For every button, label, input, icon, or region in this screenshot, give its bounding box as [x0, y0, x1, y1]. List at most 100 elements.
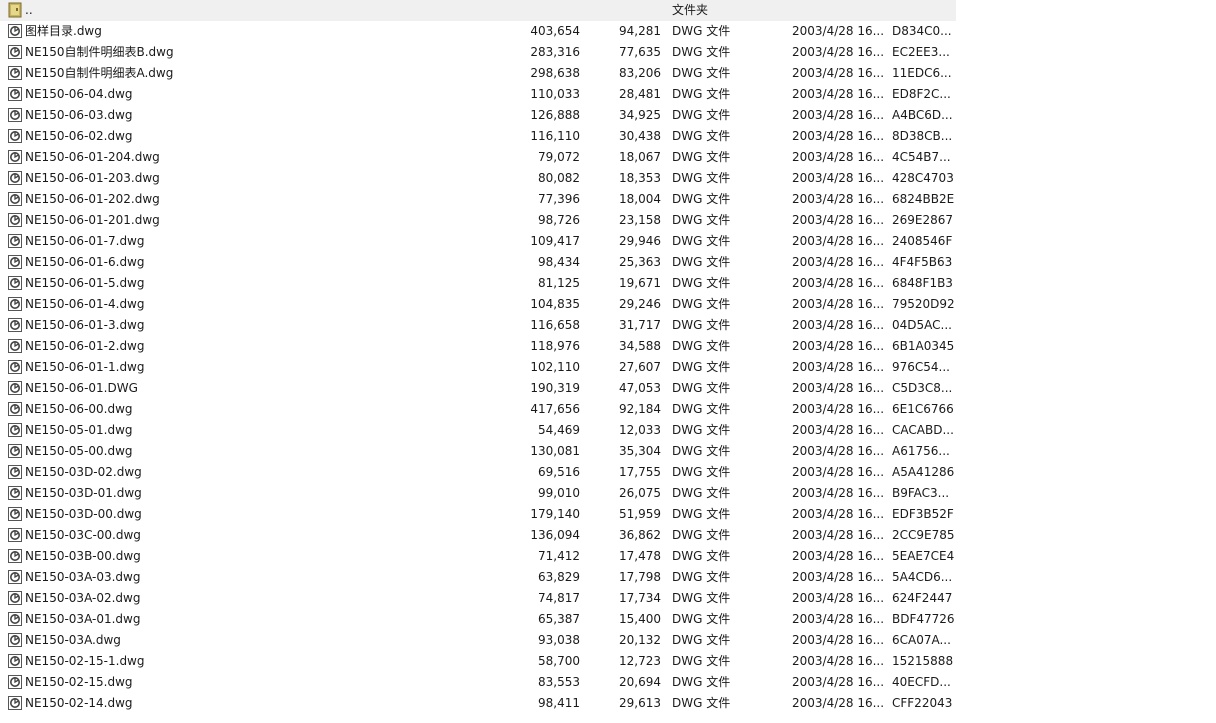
- file-packed-size: 34,925: [619, 108, 661, 122]
- file-name: NE150-06-04.dwg: [25, 87, 133, 101]
- file-modified: 2003/4/28 16...: [792, 171, 885, 185]
- file-modified: 2003/4/28 16...: [792, 108, 885, 122]
- file-crc: A61756...: [892, 444, 950, 458]
- file-row[interactable]: NE150-02-15.dwg 83,553 20,694 DWG 文件 2003/4/…: [0, 672, 1216, 693]
- file-type: DWG 文件: [672, 633, 731, 647]
- file-crc: 6848F1B3: [892, 276, 953, 290]
- file-size: 65,387: [538, 612, 580, 626]
- file-packed-size: 27,607: [619, 360, 661, 374]
- file-size: 77,396: [538, 192, 580, 206]
- parent-folder-row[interactable]: .. 文件夹: [0, 0, 1216, 21]
- file-list[interactable]: .. 文件夹 图样目录.dwg 403,654 94,281 DWG 文件 2003/4…: [0, 0, 1216, 723]
- file-modified: 2003/4/28 16...: [792, 234, 885, 248]
- file-size: 126,888: [530, 108, 580, 122]
- file-row[interactable]: NE150-06-01-201.dwg 98,726 23,158 DWG 文件 200…: [0, 210, 1216, 231]
- file-row[interactable]: NE150-03D-00.dwg 179,140 51,959 DWG 文件 2003/…: [0, 504, 1216, 525]
- file-crc: 5EAE7CE4: [892, 549, 955, 563]
- file-modified: 2003/4/28 16...: [792, 675, 885, 689]
- file-name: NE150-06-01-202.dwg: [25, 192, 160, 206]
- file-crc: 6824BB2E: [892, 192, 955, 206]
- file-size: 93,038: [538, 633, 580, 647]
- dwg-file-icon: [8, 381, 22, 395]
- file-size: 69,516: [538, 465, 580, 479]
- file-modified: 2003/4/28 16...: [792, 402, 885, 416]
- file-modified: 2003/4/28 16...: [792, 612, 885, 626]
- file-packed-size: 29,946: [619, 234, 661, 248]
- file-type: DWG 文件: [672, 150, 731, 164]
- file-row[interactable]: NE150-06-00.dwg 417,656 92,184 DWG 文件 2003/4…: [0, 399, 1216, 420]
- file-row[interactable]: NE150-06-01-203.dwg 80,082 18,353 DWG 文件 200…: [0, 168, 1216, 189]
- file-crc: 269E2867: [892, 213, 954, 227]
- file-row[interactable]: NE150-06-01-204.dwg 79,072 18,067 DWG 文件 200…: [0, 147, 1216, 168]
- file-row[interactable]: NE150-06-03.dwg 126,888 34,925 DWG 文件 2003/4…: [0, 105, 1216, 126]
- file-packed-size: 17,734: [619, 591, 661, 605]
- file-packed-size: 51,959: [619, 507, 661, 521]
- file-row[interactable]: NE150-06-02.dwg 116,110 30,438 DWG 文件 2003/4…: [0, 126, 1216, 147]
- file-row[interactable]: NE150-05-01.dwg 54,469 12,033 DWG 文件 2003/4/…: [0, 420, 1216, 441]
- dwg-file-icon: [8, 255, 22, 269]
- file-row[interactable]: NE150-06-01-4.dwg 104,835 29,246 DWG 文件 2003…: [0, 294, 1216, 315]
- file-row[interactable]: NE150-03A-03.dwg 63,829 17,798 DWG 文件 2003/4…: [0, 567, 1216, 588]
- file-row[interactable]: NE150-06-01-1.dwg 102,110 27,607 DWG 文件 2003…: [0, 357, 1216, 378]
- file-name: NE150-03C-00.dwg: [25, 528, 141, 542]
- file-name: NE150-06-01-3.dwg: [25, 318, 145, 332]
- file-modified: 2003/4/28 16...: [792, 192, 885, 206]
- file-name: NE150-02-15-1.dwg: [25, 654, 145, 668]
- file-row[interactable]: NE150-03A-01.dwg 65,387 15,400 DWG 文件 2003/4…: [0, 609, 1216, 630]
- dwg-file-icon: [8, 423, 22, 437]
- file-type: DWG 文件: [672, 129, 731, 143]
- file-row[interactable]: 图样目录.dwg 403,654 94,281 DWG 文件 2003/4/28 16.…: [0, 21, 1216, 42]
- dwg-file-icon: [8, 108, 22, 122]
- file-row[interactable]: NE150-03B-00.dwg 71,412 17,478 DWG 文件 2003/4…: [0, 546, 1216, 567]
- file-row[interactable]: NE150-06-01-202.dwg 77,396 18,004 DWG 文件 200…: [0, 189, 1216, 210]
- file-packed-size: 19,671: [619, 276, 661, 290]
- file-row[interactable]: NE150-03C-00.dwg 136,094 36,862 DWG 文件 2003/…: [0, 525, 1216, 546]
- file-size: 417,656: [530, 402, 580, 416]
- file-crc: 04D5AC...: [892, 318, 952, 332]
- file-name: NE150自制件明细表B.dwg: [25, 45, 174, 59]
- file-crc: 4F4F5B63: [892, 255, 953, 269]
- file-row[interactable]: NE150-06-01-6.dwg 98,434 25,363 DWG 文件 2003/…: [0, 252, 1216, 273]
- file-row[interactable]: NE150-02-14.dwg 98,411 29,613 DWG 文件 2003/4/…: [0, 693, 1216, 714]
- file-modified: 2003/4/28 16...: [792, 150, 885, 164]
- file-row[interactable]: NE150-03A-02.dwg 74,817 17,734 DWG 文件 2003/4…: [0, 588, 1216, 609]
- file-type: DWG 文件: [672, 24, 731, 38]
- dwg-file-icon: [8, 87, 22, 101]
- file-row[interactable]: NE150-03D-02.dwg 69,516 17,755 DWG 文件 2003/4…: [0, 462, 1216, 483]
- dwg-file-icon: [8, 570, 22, 584]
- file-name: NE150-02-15.dwg: [25, 675, 133, 689]
- file-size: 99,010: [538, 486, 580, 500]
- file-modified: 2003/4/28 16...: [792, 423, 885, 437]
- file-packed-size: 17,478: [619, 549, 661, 563]
- file-size: 116,658: [530, 318, 580, 332]
- file-name: NE150-06-01-2.dwg: [25, 339, 145, 353]
- file-crc: 2CC9E785: [892, 528, 955, 542]
- file-modified: 2003/4/28 16...: [792, 87, 885, 101]
- file-row[interactable]: NE150-06-01-5.dwg 81,125 19,671 DWG 文件 2003/…: [0, 273, 1216, 294]
- file-row[interactable]: NE150-06-01-3.dwg 116,658 31,717 DWG 文件 2003…: [0, 315, 1216, 336]
- file-row[interactable]: NE150-03A.dwg 93,038 20,132 DWG 文件 2003/4/28…: [0, 630, 1216, 651]
- file-row[interactable]: NE150自制件明细表B.dwg 283,316 77,635 DWG 文件 2003/…: [0, 42, 1216, 63]
- file-packed-size: 25,363: [619, 255, 661, 269]
- file-row[interactable]: NE150-06-01-2.dwg 118,976 34,588 DWG 文件 2003…: [0, 336, 1216, 357]
- file-row[interactable]: NE150-06-01-7.dwg 109,417 29,946 DWG 文件 2003…: [0, 231, 1216, 252]
- dwg-file-icon: [8, 150, 22, 164]
- file-row[interactable]: NE150自制件明细表A.dwg 298,638 83,206 DWG 文件 2003/…: [0, 63, 1216, 84]
- file-row[interactable]: NE150-06-01.DWG 190,319 47,053 DWG 文件 2003/4…: [0, 378, 1216, 399]
- file-crc: A5A41286: [892, 465, 955, 479]
- file-modified: 2003/4/28 16...: [792, 24, 885, 38]
- file-row[interactable]: NE150-05-00.dwg 130,081 35,304 DWG 文件 2003/4…: [0, 441, 1216, 462]
- file-crc: BDF47726: [892, 612, 955, 626]
- file-row[interactable]: NE150-03D-01.dwg 99,010 26,075 DWG 文件 2003/4…: [0, 483, 1216, 504]
- file-row[interactable]: NE150-02-15-1.dwg 58,700 12,723 DWG 文件 2003/…: [0, 651, 1216, 672]
- file-modified: 2003/4/28 16...: [792, 360, 885, 374]
- file-type: DWG 文件: [672, 528, 731, 542]
- file-type: DWG 文件: [672, 486, 731, 500]
- file-modified: 2003/4/28 16...: [792, 318, 885, 332]
- file-crc: 6B1A0345: [892, 339, 955, 353]
- file-crc: 8D38CB...: [892, 129, 953, 143]
- file-row[interactable]: NE150-06-04.dwg 110,033 28,481 DWG 文件 2003/4…: [0, 84, 1216, 105]
- file-name: NE150-03D-01.dwg: [25, 486, 142, 500]
- file-name: NE150-06-01-7.dwg: [25, 234, 145, 248]
- dwg-file-icon: [8, 528, 22, 542]
